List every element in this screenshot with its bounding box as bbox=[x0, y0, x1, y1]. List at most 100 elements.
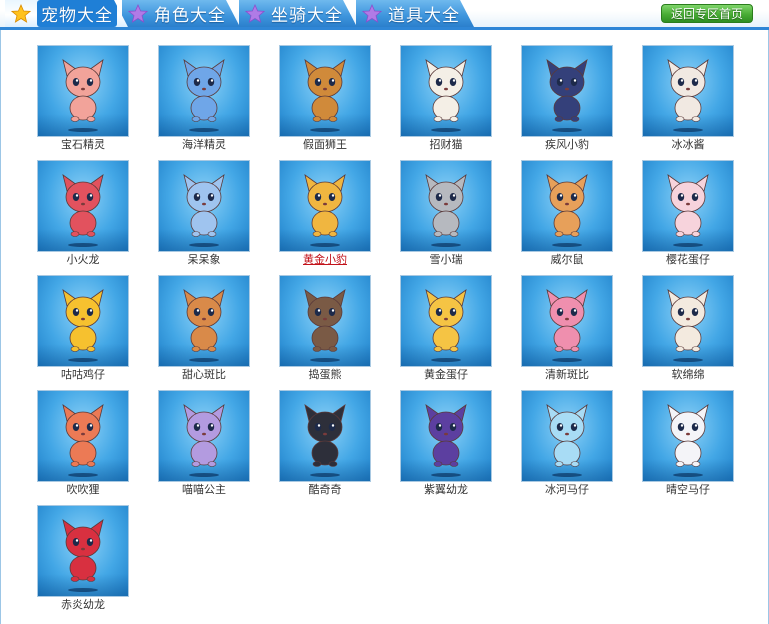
pet-card[interactable]: 喵喵公主 bbox=[158, 390, 250, 497]
tab-characters[interactable]: 角色大全 bbox=[122, 0, 240, 27]
pet-thumbnail[interactable] bbox=[37, 160, 129, 252]
pet-shadow bbox=[189, 243, 219, 247]
pet-name[interactable]: 清新斑比 bbox=[521, 368, 613, 382]
pet-card[interactable]: 招财猫 bbox=[400, 45, 492, 152]
pet-card[interactable]: 海洋精灵 bbox=[158, 45, 250, 152]
pet-card[interactable]: 呆呆象 bbox=[158, 160, 250, 267]
pet-card[interactable]: 樱花蛋仔 bbox=[642, 160, 734, 267]
pet-thumbnail[interactable] bbox=[521, 45, 613, 137]
purple-star-icon bbox=[128, 4, 148, 24]
pet-card[interactable]: 雪小瑞 bbox=[400, 160, 492, 267]
pet-card[interactable]: 威尔鼠 bbox=[521, 160, 613, 267]
pet-name[interactable]: 冰冰酱 bbox=[642, 138, 734, 152]
pet-shadow bbox=[552, 473, 582, 477]
pet-card[interactable]: 黄金蛋仔 bbox=[400, 275, 492, 382]
pet-name[interactable]: 咕咕鸡仔 bbox=[37, 368, 129, 382]
pet-name[interactable]: 喵喵公主 bbox=[158, 483, 250, 497]
pet-name[interactable]: 紫翼幼龙 bbox=[400, 483, 492, 497]
pet-name[interactable]: 宝石精灵 bbox=[37, 138, 129, 152]
pet-thumbnail[interactable] bbox=[279, 160, 371, 252]
pet-card[interactable]: 假面狮王 bbox=[279, 45, 371, 152]
purple-star-icon bbox=[245, 4, 265, 24]
pet-name[interactable]: 捣蛋熊 bbox=[279, 368, 371, 382]
pet-card[interactable]: 疾风小豹 bbox=[521, 45, 613, 152]
pet-card[interactable]: 吹吹狸 bbox=[37, 390, 129, 497]
pet-thumbnail[interactable] bbox=[642, 390, 734, 482]
pet-thumbnail[interactable] bbox=[279, 390, 371, 482]
pet-name[interactable]: 疾风小豹 bbox=[521, 138, 613, 152]
pet-name[interactable]: 威尔鼠 bbox=[521, 253, 613, 267]
purple-cat-pet-icon bbox=[183, 404, 225, 467]
pet-name[interactable]: 酷奇奇 bbox=[279, 483, 371, 497]
pet-thumbnail[interactable] bbox=[521, 275, 613, 367]
pet-name[interactable]: 软绵绵 bbox=[642, 368, 734, 382]
pet-card[interactable]: 冰冰酱 bbox=[642, 45, 734, 152]
pink-deer-pet-icon bbox=[546, 289, 588, 352]
pet-shadow bbox=[68, 358, 98, 362]
pet-thumbnail[interactable] bbox=[37, 390, 129, 482]
pet-thumbnail[interactable] bbox=[400, 390, 492, 482]
pet-card[interactable]: 酷奇奇 bbox=[279, 390, 371, 497]
tab-items[interactable]: 道具大全 bbox=[356, 0, 474, 27]
pet-card[interactable]: 紫翼幼龙 bbox=[400, 390, 492, 497]
flame-dragon-pet-icon bbox=[62, 519, 104, 582]
pet-name[interactable]: 赤炎幼龙 bbox=[37, 598, 129, 612]
deer-pet-icon bbox=[183, 289, 225, 352]
pet-thumbnail[interactable] bbox=[642, 45, 734, 137]
pet-shadow bbox=[673, 358, 703, 362]
pet-thumbnail[interactable] bbox=[158, 390, 250, 482]
pet-thumbnail[interactable] bbox=[642, 275, 734, 367]
pet-shadow bbox=[310, 128, 340, 132]
pet-shadow bbox=[68, 473, 98, 477]
pet-thumbnail[interactable] bbox=[37, 275, 129, 367]
pet-thumbnail[interactable] bbox=[400, 45, 492, 137]
white-pony-pet-icon bbox=[667, 404, 709, 467]
pet-name[interactable]: 雪小瑞 bbox=[400, 253, 492, 267]
pet-card[interactable]: 软绵绵 bbox=[642, 275, 734, 382]
pet-name[interactable]: 樱花蛋仔 bbox=[642, 253, 734, 267]
pet-thumbnail[interactable] bbox=[37, 505, 129, 597]
pet-card[interactable]: 甜心斑比 bbox=[158, 275, 250, 382]
back-to-home-button[interactable]: 返回专区首页 bbox=[661, 4, 753, 23]
pet-card[interactable]: 黄金小豹 bbox=[279, 160, 371, 267]
pet-thumbnail[interactable] bbox=[400, 160, 492, 252]
pet-card[interactable]: 晴空马仔 bbox=[642, 390, 734, 497]
pet-thumbnail[interactable] bbox=[400, 275, 492, 367]
pet-card[interactable]: 清新斑比 bbox=[521, 275, 613, 382]
red-fox-pet-icon bbox=[62, 404, 104, 467]
pet-card[interactable]: 冰河马仔 bbox=[521, 390, 613, 497]
pet-thumbnail[interactable] bbox=[158, 275, 250, 367]
pet-card[interactable]: 咕咕鸡仔 bbox=[37, 275, 129, 382]
pet-name[interactable]: 吹吹狸 bbox=[37, 483, 129, 497]
pet-thumbnail[interactable] bbox=[158, 160, 250, 252]
pet-name[interactable]: 海洋精灵 bbox=[158, 138, 250, 152]
pet-name[interactable]: 晴空马仔 bbox=[642, 483, 734, 497]
husky-pet-icon bbox=[304, 404, 346, 467]
pet-card[interactable]: 宝石精灵 bbox=[37, 45, 129, 152]
pet-thumbnail[interactable] bbox=[642, 160, 734, 252]
pet-name[interactable]: 招财猫 bbox=[400, 138, 492, 152]
pet-name[interactable]: 黄金小豹 bbox=[279, 253, 371, 267]
white-fox-pet-icon bbox=[667, 59, 709, 122]
pet-card[interactable]: 小火龙 bbox=[37, 160, 129, 267]
pet-card[interactable]: 赤炎幼龙 bbox=[37, 505, 129, 612]
tab-pets[interactable]: 宠物大全 bbox=[5, 0, 128, 27]
pet-shadow bbox=[673, 243, 703, 247]
pet-thumbnail[interactable] bbox=[279, 275, 371, 367]
pet-name[interactable]: 呆呆象 bbox=[158, 253, 250, 267]
pet-thumbnail[interactable] bbox=[521, 160, 613, 252]
pet-shadow bbox=[431, 128, 461, 132]
pet-thumbnail[interactable] bbox=[158, 45, 250, 137]
pet-thumbnail[interactable] bbox=[37, 45, 129, 137]
pet-name[interactable]: 冰河马仔 bbox=[521, 483, 613, 497]
tab-mounts[interactable]: 坐骑大全 bbox=[239, 0, 357, 27]
lion-pet-icon bbox=[304, 59, 346, 122]
pet-card[interactable]: 捣蛋熊 bbox=[279, 275, 371, 382]
pet-name[interactable]: 小火龙 bbox=[37, 253, 129, 267]
pet-name[interactable]: 甜心斑比 bbox=[158, 368, 250, 382]
chick-pet-icon bbox=[62, 289, 104, 352]
pet-name[interactable]: 假面狮王 bbox=[279, 138, 371, 152]
pet-name[interactable]: 黄金蛋仔 bbox=[400, 368, 492, 382]
pet-thumbnail[interactable] bbox=[521, 390, 613, 482]
pet-thumbnail[interactable] bbox=[279, 45, 371, 137]
